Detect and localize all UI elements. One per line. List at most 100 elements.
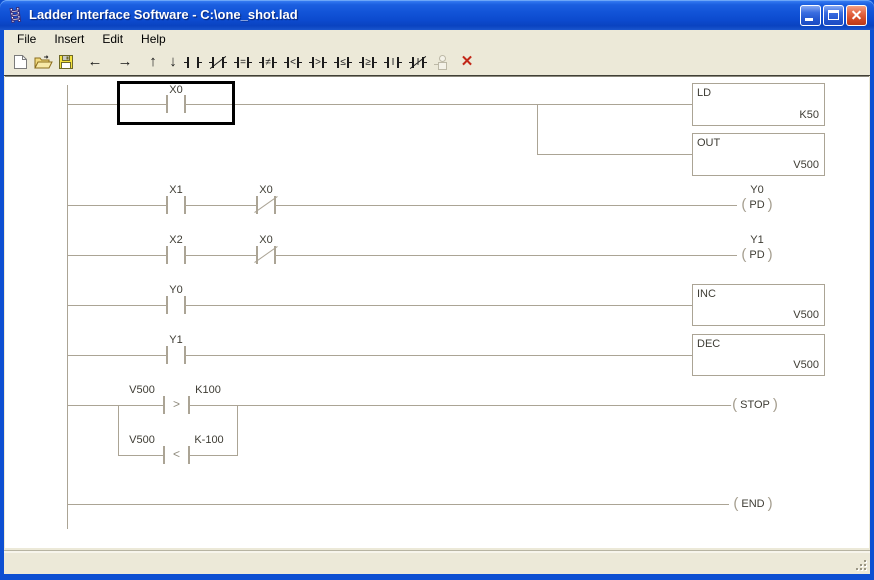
contact-gt-button[interactable]: > [307,51,329,73]
contact-pulse-button[interactable]: I [382,51,404,73]
contact-x2[interactable] [166,246,186,264]
coil-end[interactable]: END [732,496,773,512]
arrow-left-icon: ← [88,52,103,72]
box-operand: V500 [793,359,819,371]
contact-y0[interactable] [166,296,186,314]
box-op: INC [697,288,716,300]
coil-paren [773,398,778,412]
coil-paren [768,198,773,212]
app-ladder-icon [7,6,24,23]
title-bar[interactable]: Ladder Interface Software - C:\one_shot.… [0,0,874,30]
contact-no-icon [184,56,202,69]
save-floppy-icon [58,54,74,70]
power-rail [67,85,68,529]
compare-contact-lt[interactable]: < [163,446,190,464]
save-file-button[interactable] [55,51,77,73]
menu-insert[interactable]: Insert [45,30,93,48]
contact-pulse-closed-icon: I [409,56,427,69]
contact-label-y0: Y0 [169,284,182,296]
coil-y1-pd[interactable]: PD [740,247,773,263]
contact-eq-button[interactable]: = [232,51,254,73]
arrow-up-icon: ↑ [149,52,157,72]
contact-ge-button[interactable]: ≥ [357,51,379,73]
maximize-icon [828,10,839,20]
contact-lt-icon: < [284,56,302,69]
new-file-button[interactable] [9,51,31,73]
status-bar [4,550,870,574]
window-title: Ladder Interface Software - C:\one_shot.… [29,0,298,30]
cmp-left-operand: V500 [129,434,155,446]
menu-file[interactable]: File [8,30,45,48]
move-right-button[interactable]: → [114,51,136,73]
contact-x1[interactable] [166,196,186,214]
box-op: LD [697,87,711,99]
contact-label-x2: X2 [169,234,182,246]
contact-no-button[interactable] [182,51,204,73]
new-file-icon [13,54,28,70]
maximize-button[interactable] [823,5,844,26]
delete-element-button[interactable]: ✕ [456,51,478,73]
contact-y1[interactable] [166,346,186,364]
coil-label-y0: Y0 [750,184,763,196]
box-operand: V500 [793,159,819,171]
window-body: File Insert Edit Help [4,30,870,574]
rung6-branch-vline-left [118,405,119,456]
selection-box[interactable] [117,81,235,125]
cmp-right-operand: K100 [195,384,221,396]
instruction-box-inc[interactable]: INC V500 [692,284,825,326]
contact-pulse-closed-button[interactable]: I [407,51,429,73]
contact-nc-button[interactable] [207,51,229,73]
contact-ge-icon: ≥ [359,56,377,69]
menu-edit[interactable]: Edit [93,30,132,48]
box-operand: K50 [799,109,819,121]
box-operand: V500 [793,309,819,321]
menu-bar: File Insert Edit Help [4,30,870,48]
instruction-box-ld[interactable]: LD K50 [692,83,825,126]
contact-pulse-icon: I [384,56,402,69]
app-window: Ladder Interface Software - C:\one_shot.… [0,0,874,580]
coil-paren [768,497,773,511]
cmp-left-operand: V500 [129,384,155,396]
contact-ne-icon: ≠ [259,56,277,69]
compare-contact-gt[interactable]: > [163,396,190,414]
rung1-branch-hline [537,154,692,155]
coil-label-y1: Y1 [750,234,763,246]
move-up-button[interactable]: ↑ [142,51,164,73]
contact-gt-icon: > [309,56,327,69]
delete-x-icon: ✕ [461,52,474,72]
box-op: OUT [697,137,720,149]
toolbar: ← → ↑ ↓ = ≠ < [4,48,870,76]
close-button[interactable] [846,5,867,26]
contact-ne-button[interactable]: ≠ [257,51,279,73]
arrow-right-icon: → [118,52,133,72]
contact-le-button[interactable]: ≤ [332,51,354,73]
open-file-button[interactable] [32,51,54,73]
rung1-branch-vline [537,104,538,155]
instruction-box-out[interactable]: OUT V500 [692,133,825,176]
menu-help[interactable]: Help [132,30,175,48]
rung5-line [67,355,692,356]
contact-lt-button[interactable]: < [282,51,304,73]
contact-le-icon: ≤ [334,56,352,69]
contact-nc-icon [209,56,227,69]
contact-label-x0-nc: X0 [259,234,272,246]
move-left-button[interactable]: ← [84,51,106,73]
minimize-button[interactable] [800,5,821,26]
arrow-down-icon: ↓ [169,52,177,72]
rung6-branch-vline-right [237,405,238,456]
coil-y0-pd[interactable]: PD [740,197,773,213]
rung7-line [67,504,729,505]
move-down-button[interactable]: ↓ [162,51,184,73]
contact-label-y1: Y1 [169,334,182,346]
contact-x0-nc[interactable] [256,246,276,264]
resize-grip[interactable] [854,558,868,572]
coil-paren [768,248,773,262]
close-icon [850,9,863,22]
cmp-right-operand: K-100 [194,434,223,446]
minimize-icon [805,18,813,21]
contact-x0-nc[interactable] [256,196,276,214]
ladder-canvas[interactable]: X0 LD K50 OUT V500 X1 X0 Y0 PD X2 [5,76,869,548]
instruction-box-dec[interactable]: DEC V500 [692,334,825,376]
contact-eq-icon: = [234,56,252,69]
coil-stop[interactable]: STOP [731,397,779,413]
